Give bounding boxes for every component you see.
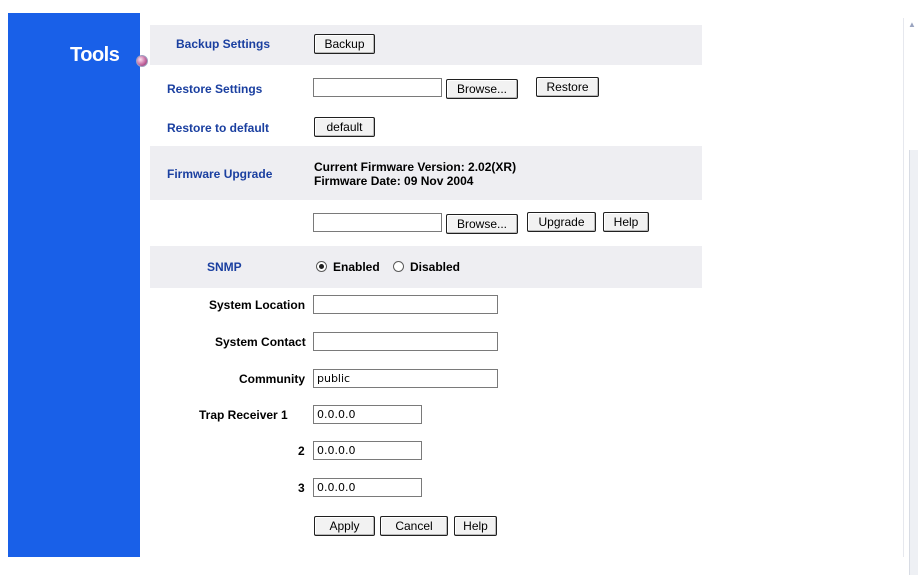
default-button[interactable]: default — [314, 117, 375, 137]
community-label: Community — [239, 372, 305, 386]
system-contact-label: System Contact — [215, 335, 306, 349]
restore-browse-button[interactable]: Browse... — [446, 79, 518, 99]
firmware-date: Firmware Date: 09 Nov 2004 — [314, 174, 474, 188]
firmware-help-button[interactable]: Help — [603, 212, 649, 232]
apply-button[interactable]: Apply — [314, 516, 375, 536]
scroll-up-arrow-icon[interactable]: ▲ — [908, 20, 918, 30]
firmware-file-input[interactable] — [313, 213, 442, 232]
trap-receiver-2-input[interactable] — [313, 441, 422, 460]
system-contact-input[interactable] — [313, 332, 498, 351]
restore-file-input[interactable] — [313, 78, 442, 97]
backup-button[interactable]: Backup — [314, 34, 375, 54]
community-input[interactable] — [313, 369, 498, 388]
scrollbar[interactable]: ▲ — [903, 18, 919, 575]
snmp-label: SNMP — [207, 260, 242, 274]
snmp-enabled-radio[interactable] — [316, 261, 327, 272]
upgrade-button[interactable]: Upgrade — [527, 212, 596, 232]
snmp-disabled-radio[interactable] — [393, 261, 404, 272]
sidebar: Tools — [8, 13, 148, 557]
trap-receiver-1-input[interactable] — [313, 405, 422, 424]
snmp-enabled-label: Enabled — [333, 260, 380, 274]
firmware-version: Current Firmware Version: 2.02(XR) — [314, 160, 517, 174]
scrollbar-track[interactable] — [909, 150, 918, 575]
trap-receiver-2-label: 2 — [298, 444, 305, 458]
trap-receiver-3-label: 3 — [298, 481, 305, 495]
firmware-browse-button[interactable]: Browse... — [446, 214, 518, 234]
sidebar-title: Tools — [70, 44, 120, 66]
restore-settings-label: Restore Settings — [167, 82, 263, 96]
backup-settings-label: Backup Settings — [176, 37, 271, 51]
bullet-icon — [136, 55, 148, 67]
trap-receiver-3-input[interactable] — [313, 478, 422, 497]
restore-button[interactable]: Restore — [536, 77, 599, 97]
system-location-label: System Location — [209, 298, 306, 312]
firmware-upgrade-label: Firmware Upgrade — [167, 167, 273, 181]
snmp-disabled-label: Disabled — [410, 260, 461, 274]
restore-default-label: Restore to default — [167, 121, 270, 135]
help-button[interactable]: Help — [454, 516, 497, 536]
trap-receiver-1-label: Trap Receiver 1 — [199, 408, 288, 422]
system-location-input[interactable] — [313, 295, 498, 314]
cancel-button[interactable]: Cancel — [380, 516, 448, 536]
